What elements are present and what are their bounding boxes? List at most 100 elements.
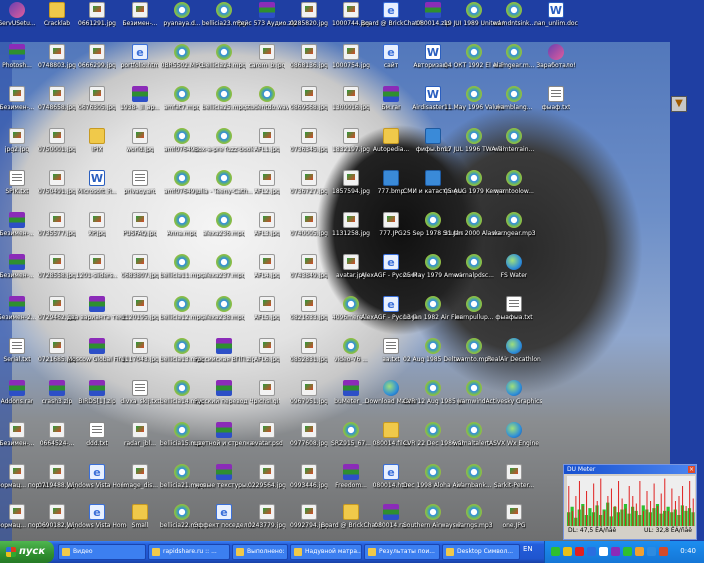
net-file-icon [383,380,399,396]
taskbar-button-desktop[interactable]: Desktop Символ... [442,544,520,560]
jpg-file-icon [301,338,317,354]
desktop-icon-label: Заработало! [536,62,576,69]
jpg-file-icon [132,212,148,228]
start-button[interactable]: пуск [0,541,54,563]
jpg-file-icon [89,44,105,60]
du-meter-window[interactable]: DU Meter × DL: 47,5 ËÁ/ñåê UL: 32,8 ËÁ/ñ… [563,464,697,540]
jpg-file-icon [301,128,317,144]
mpg-file-icon [216,128,232,144]
desktop-icon-label: one.JPG [502,522,526,529]
winrar-icon[interactable] [611,547,620,556]
mp3-file-icon [425,504,441,520]
jpg-file-icon [343,86,359,102]
jpg-file-icon [9,128,25,144]
mp3-file-icon [506,44,522,60]
zip-file-icon [9,296,25,312]
jpg-file-icon [301,86,317,102]
mp3-file-icon [506,170,522,186]
du-meter-download: DL: 47,5 ËÁ/ñåê [568,527,617,534]
taskbar-button-video[interactable]: Видео [58,544,146,560]
messenger-icon[interactable] [647,547,656,556]
txt-file-icon [132,380,148,396]
desktop-icon[interactable]: warntoolow... [484,170,544,214]
chevron-down-icon[interactable]: ▼ [671,96,687,112]
desktop-icon[interactable]: Activesky Graphics [484,380,544,424]
jpg-file-icon [259,170,275,186]
desktop-icon-label: AFL4.jpg [254,272,280,279]
bluetooth-icon[interactable] [587,547,596,556]
du-meter-titlebar[interactable]: DU Meter × [564,465,696,474]
desktop-icon[interactable]: RealAir Decathlon [484,338,544,382]
txt-file-icon [9,170,25,186]
desktop-icon[interactable]: фыафыа.txt [484,296,544,340]
zip-file-icon [49,380,65,396]
jpg-file-icon [49,422,65,438]
mpg-file-icon [174,464,190,480]
mpg-file-icon [174,338,190,354]
mpg-file-icon [174,128,190,144]
mp3-file-icon [425,254,441,270]
volume-icon[interactable] [599,547,608,556]
jpg-file-icon [132,422,148,438]
close-icon[interactable]: × [688,466,695,473]
du-meter-upload: UL: 32,8 ËÁ/ñåê [643,527,692,534]
jpg-file-icon [9,422,25,438]
doc-file-icon: W [425,86,441,102]
jpg-file-icon [343,2,359,18]
desktop-icon[interactable]: ASVX Wx Engine [484,422,544,466]
network-icon[interactable] [551,547,560,556]
desktop-icon-label: jpg2.jpg [4,146,30,153]
antivirus-icon[interactable] [575,547,584,556]
mp3-file-icon [466,380,482,396]
mp3-file-icon [466,170,482,186]
taskbar-button-rapidshare[interactable]: rapidshare.ru :: ... [148,544,230,560]
desktop-icon[interactable]: фыаф.txt [526,86,586,130]
desktop-icon-label: AFL2.jpg [254,188,280,195]
language-indicator[interactable]: EN [523,545,533,553]
desktop-icon-label: pichsl.gif [253,398,281,405]
net-file-icon [506,380,522,396]
zip-file-icon [343,464,359,480]
desktop-icon-label: Sarkit-Peter... [493,482,535,489]
desktop-icon-label: warntoolow... [494,188,534,195]
mpg-file-icon [216,86,232,102]
desktop-icon[interactable]: Заработало! [526,44,586,88]
zip-file-icon [425,2,441,18]
net-file-icon [506,254,522,270]
jpg-file-icon [259,422,275,438]
folder-file-icon [343,504,359,520]
desktop-icon[interactable]: one.JPG [484,504,544,541]
htm-file-icon: e [383,464,399,480]
mpg-file-icon [174,254,190,270]
desktop-icon[interactable]: warnterrain... [484,128,544,172]
jpg-file-icon [259,296,275,312]
mp3-file-icon [466,422,482,438]
download-master-icon[interactable] [635,547,644,556]
desktop-icon[interactable]: Wnan_unlim.doc [526,2,586,46]
du-meter-title: DU Meter [567,466,596,473]
desktop-icon[interactable]: Sarkit-Peter... [484,464,544,508]
jpg-file-icon [49,254,65,270]
txt-file-icon [506,296,522,312]
mp3-file-icon [466,296,482,312]
jpg-file-icon [9,504,25,520]
clock: 0:40 [680,547,696,555]
jpg-file-icon [343,254,359,270]
du-meter-tray-icon[interactable] [623,547,632,556]
folder-file-icon [132,504,148,520]
taskbar-button-download[interactable]: Выполнено: 19... [232,544,288,560]
jpg-file-icon [89,86,105,102]
update-icon[interactable] [659,547,668,556]
desktop-icon[interactable]: warngear.mp3 [484,212,544,256]
shield-icon[interactable] [563,547,572,556]
jpg-file-icon [301,44,317,60]
desktop-icon[interactable]: FS Water [484,254,544,298]
zip-file-icon [383,86,399,102]
taskbar-button-search-results[interactable]: Результаты пои... [364,544,440,560]
htm-file-icon: e [383,44,399,60]
jpg-file-icon [132,2,148,18]
mp3-file-icon [425,296,441,312]
taskbar-button-mattress[interactable]: Надувной матра... [290,544,362,560]
desktop-icon-label: фыафыа.txt [495,314,533,321]
mpg-file-icon [174,86,190,102]
